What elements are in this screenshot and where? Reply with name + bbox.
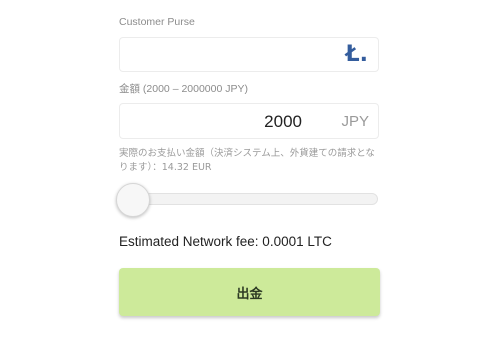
amount-slider-thumb[interactable] xyxy=(116,183,150,217)
amount-input[interactable]: 2000 xyxy=(120,112,302,132)
network-fee: Estimated Network fee: 0.0001 LTC xyxy=(119,234,332,249)
litecoin-icon: Ł. xyxy=(345,42,368,67)
withdraw-form: Customer Purse Ł. 金額 (2000 – 2000000 JPY… xyxy=(0,0,500,343)
amount-currency: JPY xyxy=(341,113,369,130)
amount-label: 金額 (2000 – 2000000 JPY) xyxy=(119,83,248,95)
payment-note: 実際のお支払い金額（決済システム上、外貨建ての請求となります）：14.32 EU… xyxy=(119,148,375,173)
amount-slider-track[interactable] xyxy=(120,193,378,205)
purse-input[interactable] xyxy=(128,44,342,68)
amount-field[interactable]: 2000 JPY xyxy=(119,103,379,139)
withdraw-button[interactable]: 出金 xyxy=(119,268,380,316)
purse-field[interactable]: Ł. xyxy=(119,37,379,72)
purse-label: Customer Purse xyxy=(119,16,195,28)
